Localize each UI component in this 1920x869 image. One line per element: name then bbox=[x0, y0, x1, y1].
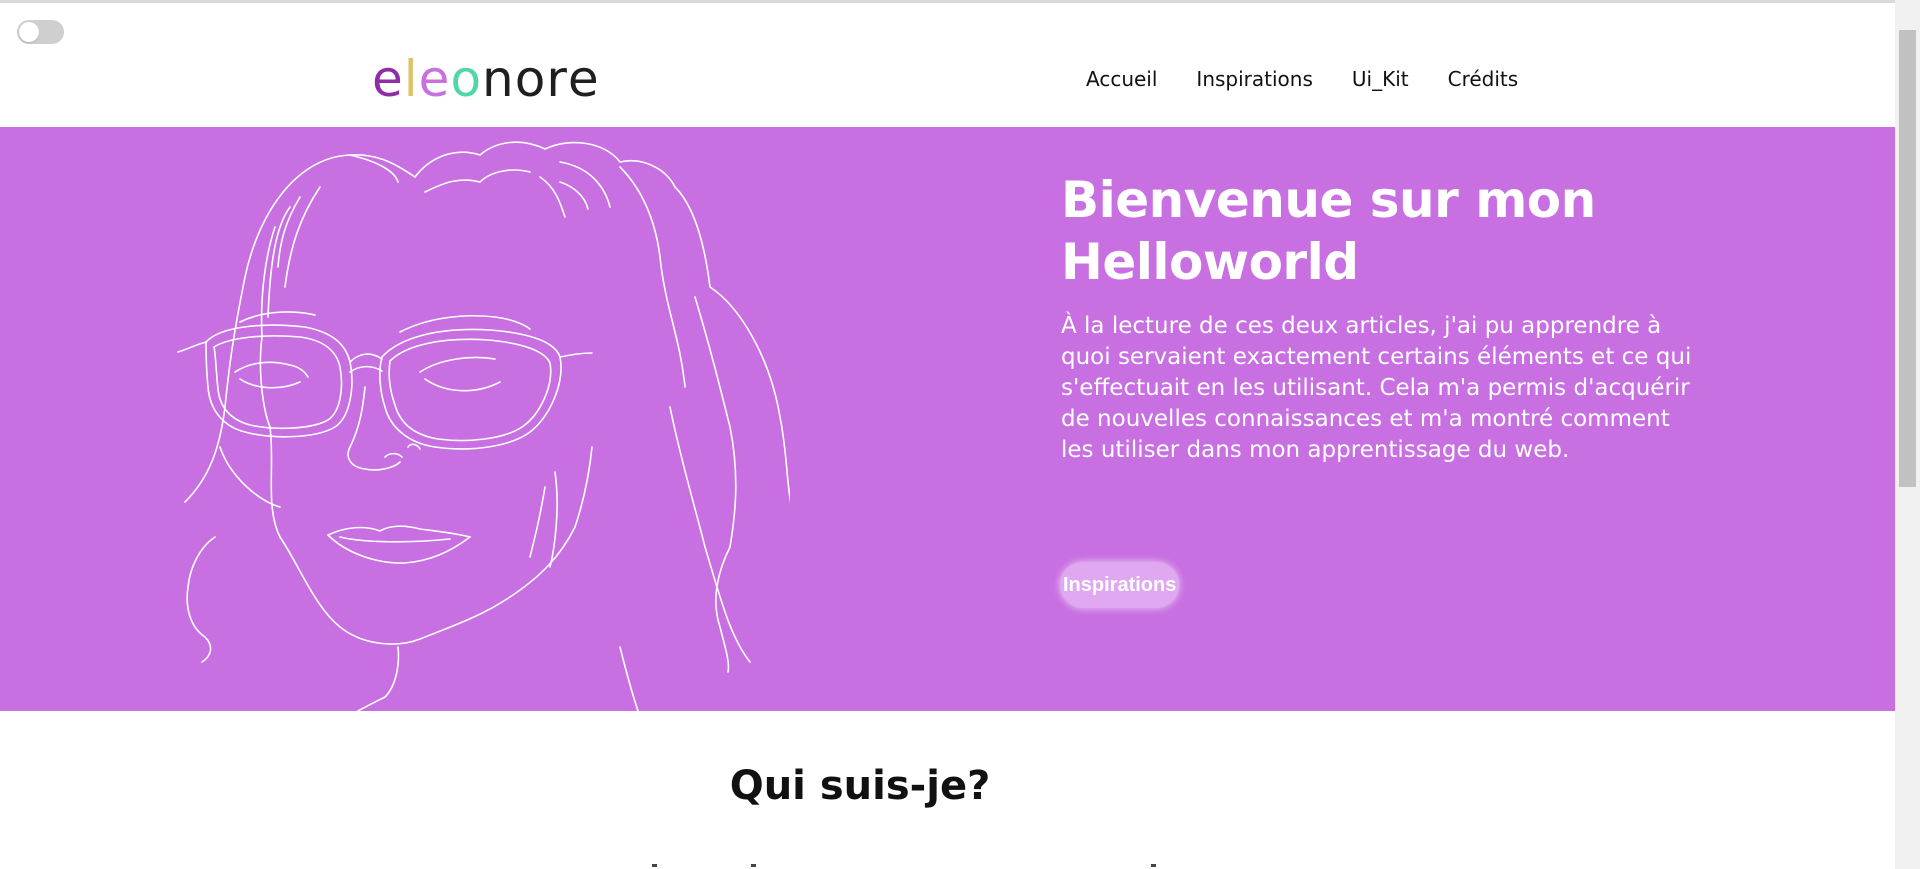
nav-link-accueil[interactable]: Accueil bbox=[1086, 65, 1157, 93]
page-scrollbar[interactable] bbox=[1895, 0, 1920, 869]
nav-link-ui-kit[interactable]: Ui_Kit bbox=[1352, 65, 1409, 93]
site-logo[interactable]: eleonore bbox=[372, 49, 600, 109]
hero-description: À la lecture de ces deux articles, j'ai … bbox=[1061, 313, 1692, 463]
logo-letter: o bbox=[514, 50, 547, 108]
about-text-cutoff bbox=[650, 858, 1210, 869]
logo-letter: r bbox=[546, 50, 568, 108]
scrollbar-thumb[interactable] bbox=[1899, 30, 1916, 487]
text-fragment bbox=[652, 864, 657, 867]
logo-letter: e bbox=[372, 50, 404, 108]
hero-section: Bienvenue sur mon Helloworld À la lectur… bbox=[0, 127, 1895, 711]
portrait-line-art bbox=[177, 141, 790, 711]
logo-letter: l bbox=[403, 50, 419, 108]
about-section-title: Qui suis-je? bbox=[729, 763, 991, 809]
nav-link-credits[interactable]: Crédits bbox=[1448, 65, 1519, 93]
main-nav: Accueil Inspirations Ui_Kit Crédits bbox=[1086, 65, 1518, 93]
page: eleonore Accueil Inspirations Ui_Kit Cré… bbox=[0, 0, 1920, 869]
logo-letter: n bbox=[482, 50, 515, 108]
text-fragment bbox=[1151, 864, 1156, 867]
hero-title: Bienvenue sur mon Helloworld bbox=[1061, 171, 1596, 291]
nav-link-inspirations[interactable]: Inspirations bbox=[1196, 65, 1312, 93]
logo-letter: e bbox=[418, 50, 451, 108]
logo-letter: e bbox=[567, 50, 600, 108]
logo-letter: o bbox=[450, 50, 483, 108]
site-header: eleonore Accueil Inspirations Ui_Kit Cré… bbox=[0, 3, 1895, 127]
text-fragment bbox=[751, 864, 756, 867]
inspirations-button[interactable]: Inspirations bbox=[1060, 562, 1180, 608]
